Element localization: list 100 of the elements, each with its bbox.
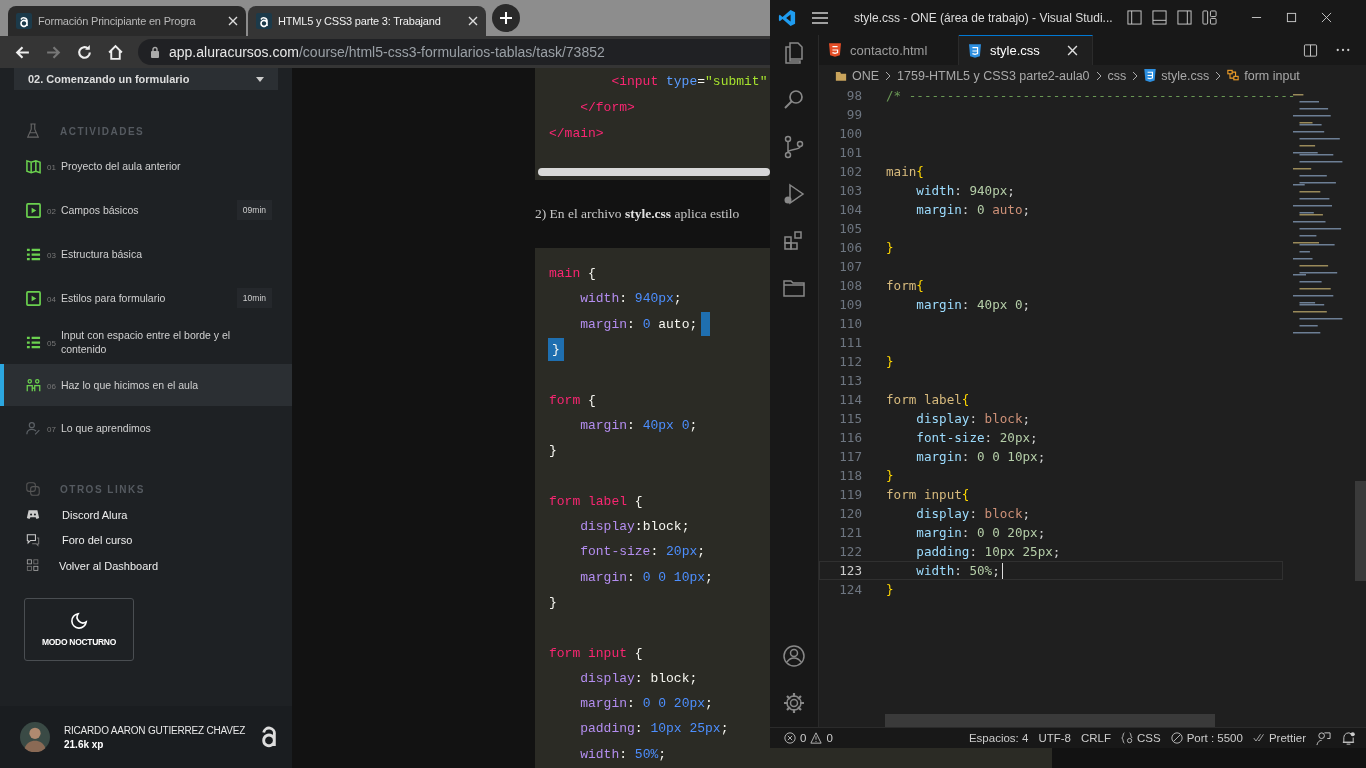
code-line: form label{ [886, 392, 970, 407]
status-item[interactable]: Espacios: 4 [968, 732, 1029, 744]
line-number: 109 [838, 297, 863, 312]
code-line: margin: 0 0 10px; [579, 569, 713, 585]
activity-item[interactable]: 01 Proyecto del aula anterior [0, 144, 292, 188]
line-number: 111 [838, 335, 863, 350]
code-line: font-size: 20px; [579, 544, 706, 560]
code-line: width: 940px; [579, 291, 682, 307]
section-dropdown[interactable]: 02. Comenzando un formulario [14, 68, 278, 90]
status-item[interactable]: UTF-8 [1038, 732, 1071, 744]
line-number: 121 [838, 525, 863, 540]
line-number: 117 [838, 449, 863, 464]
sidebar-link[interactable]: Volver al Dashboard [59, 559, 159, 572]
code-line: display:block; [579, 519, 690, 535]
line-number: 118 [838, 468, 863, 483]
code-line: width: 940px; [915, 183, 1015, 198]
section-heading: ACTIVIDADES [60, 125, 145, 137]
activity-item[interactable]: 07 Lo que aprendimos [0, 406, 292, 450]
breadcrumb[interactable]: form input [1227, 68, 1300, 83]
activity-item[interactable]: 02 Campos básicos 09min [0, 188, 292, 232]
breadcrumb[interactable]: 1759-HTML5 y CSS3 parte2-aula0 [897, 68, 1090, 83]
code-line: form { [549, 392, 596, 408]
code-line: } [886, 468, 894, 483]
instruction-text: 2) En el archivo style.css aplica estilo [535, 205, 741, 223]
line-number: 108 [838, 278, 863, 293]
breadcrumb[interactable]: style.css [1144, 68, 1210, 83]
code-line: margin: 0 0 10px; [915, 449, 1046, 464]
night-mode-button[interactable]: MODO NOCTURNO [24, 597, 134, 661]
sidebar-link[interactable]: Discord Alura [62, 508, 128, 521]
code-line: form input{ [886, 487, 970, 502]
code-line: form input { [549, 645, 643, 661]
code-line: /* --------------------------------------------------- [886, 88, 1296, 103]
duration-badge: 09min [236, 200, 272, 220]
code-line: form{ [886, 278, 924, 293]
status-item[interactable]: Port : 5500 [1170, 732, 1243, 744]
code-line: } [549, 443, 557, 459]
code-line: margin: 0 0 20px; [579, 696, 713, 712]
code-line: } [886, 582, 894, 597]
line-number: 110 [838, 316, 863, 331]
activity-item[interactable]: 06 Haz lo que hicimos en el aula [0, 364, 292, 406]
line-number: 99 [845, 107, 863, 122]
code-line: margin: 40px 0; [915, 297, 1031, 312]
address-bar[interactable]: app.aluracursos.com/course/html5-css3-formularios-tablas/task/73852 [138, 39, 770, 65]
code-line: width: 50%; [886, 562, 1003, 579]
code-line: padding: 10px 25px; [579, 721, 729, 737]
status-item[interactable]: CRLF [1080, 732, 1111, 744]
code-line: main { [549, 266, 596, 282]
activity-item[interactable]: 03 Estructura básica [0, 232, 292, 276]
window-title: style.css - ONE (área de trabajo) - Visual Studi... [854, 10, 1113, 25]
code-line: width: 50%; [579, 746, 667, 762]
line-number: 124 [838, 582, 863, 597]
error-count: 0 [800, 732, 807, 744]
code-line: display: block; [579, 670, 698, 686]
line-number: 103 [838, 183, 863, 198]
code-line: margin: 40px 0; [579, 417, 698, 433]
line-number: 123 [838, 563, 863, 578]
editor-tab[interactable]: style.css [959, 35, 1093, 65]
activity-item[interactable]: 04 Estilos para formulario 10min [0, 276, 292, 320]
breadcrumb[interactable]: ONE [835, 68, 880, 83]
browser-tab[interactable]: HTML5 y CSS3 parte 3: Trabajand [248, 6, 486, 36]
line-number: 105 [838, 221, 863, 236]
line-number: 114 [838, 392, 863, 407]
user-xp: 21.6k xp [64, 738, 105, 750]
line-number: 116 [838, 430, 863, 445]
line-number: 119 [838, 487, 863, 502]
line-number: 106 [838, 240, 863, 255]
breadcrumb[interactable]: css [1107, 68, 1127, 83]
code-line: padding: 10px 25px; [915, 544, 1061, 559]
code-line: } [886, 240, 894, 255]
line-number: 107 [838, 259, 863, 274]
code-line: } [549, 595, 557, 610]
browser-tab[interactable]: Formación Principiante en Progra [8, 6, 246, 36]
line-number: 122 [838, 544, 863, 559]
code-line: form label { [549, 493, 643, 509]
line-number: 100 [838, 126, 863, 141]
code-line: margin: 0 0 20px; [915, 525, 1046, 540]
code-line: } [886, 354, 894, 369]
code-line: </form> [579, 99, 635, 115]
line-number: 115 [838, 411, 863, 426]
status-item[interactable]: CSS [1121, 732, 1161, 744]
line-number: 104 [838, 202, 863, 217]
code-line: font-size: 20px; [915, 430, 1038, 445]
user-name: RICARDO AARON GUTIERREZ CHAVEZ [64, 724, 246, 736]
code-line: </main> [549, 125, 604, 141]
code-line: margin: 0 auto; [579, 316, 698, 332]
line-number: 101 [838, 145, 863, 160]
sidebar-link[interactable]: Foro del curso [62, 534, 133, 547]
code-line: display: block; [915, 411, 1031, 426]
line-number: 112 [838, 354, 863, 369]
code-line: <input type="submit" [610, 73, 768, 89]
code-line: display: block; [915, 506, 1031, 521]
status-item[interactable]: Prettier [1252, 732, 1306, 744]
line-number: 120 [838, 506, 863, 521]
activity-item[interactable]: 05 Input con espacio entre el borde y el contenido [0, 320, 292, 364]
line-number: 98 [845, 88, 863, 103]
warning-count: 0 [826, 732, 833, 744]
duration-badge: 10min [236, 288, 272, 308]
section-heading: OTROS LINKS [60, 483, 145, 495]
line-number: 113 [838, 373, 863, 388]
line-number: 102 [838, 164, 863, 179]
